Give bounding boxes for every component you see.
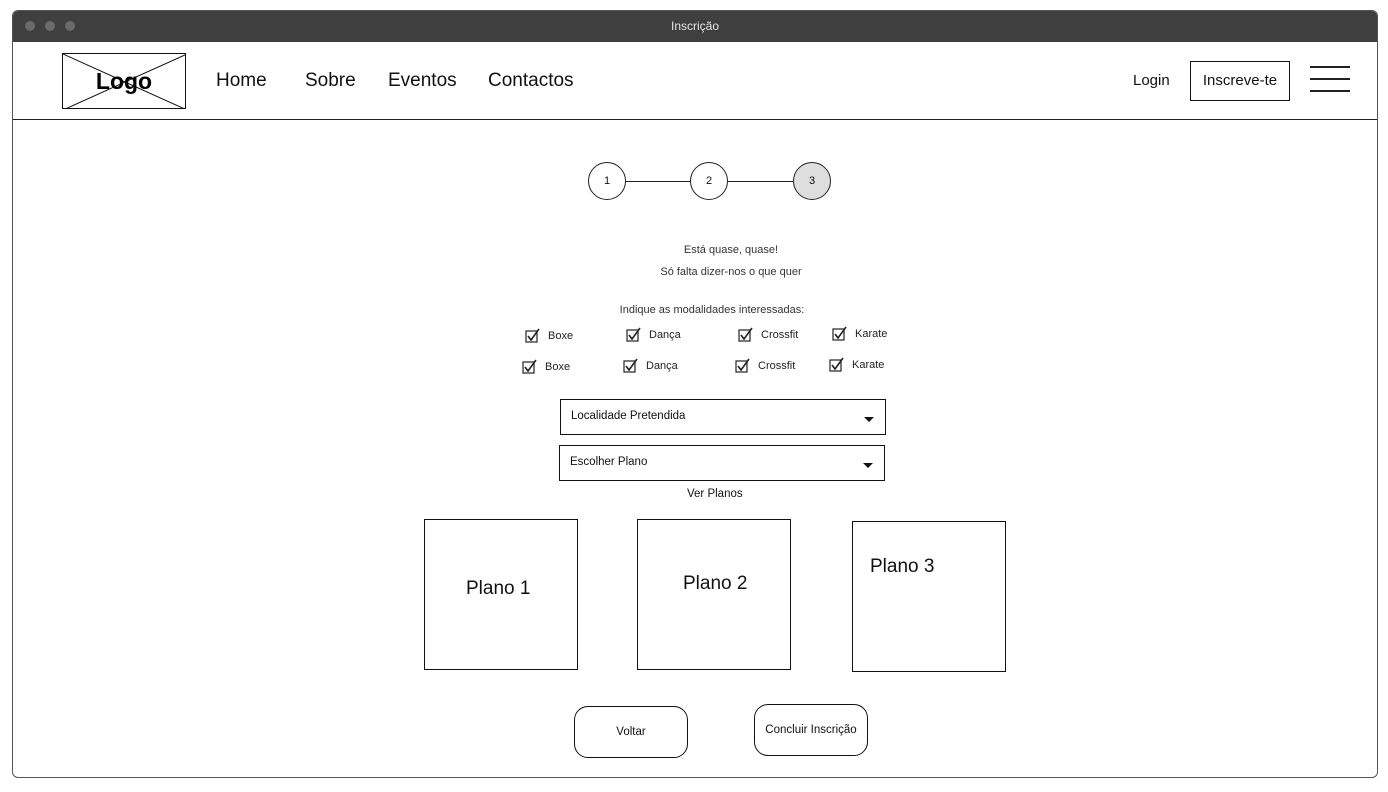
- finish-signup-button[interactable]: Concluir Inscrição: [754, 704, 868, 756]
- location-select[interactable]: Localidade Pretendida: [560, 399, 886, 435]
- checked-checkbox-icon: [525, 328, 540, 343]
- plan-card-3[interactable]: Plano 3: [852, 521, 1006, 672]
- logo-text: Logo: [95, 68, 153, 94]
- checkbox-boxe[interactable]: Boxe: [522, 359, 570, 375]
- plan-select[interactable]: Escolher Plano: [559, 445, 885, 481]
- modalities-prompt: Indique as modalidades interessadas:: [619, 304, 805, 316]
- checked-checkbox-icon: [829, 357, 844, 372]
- checkbox-danca[interactable]: Dança: [623, 358, 678, 374]
- checkbox-label: Crossfit: [758, 360, 796, 372]
- checkbox-label: Karate: [852, 359, 885, 371]
- checkbox-label: Dança: [646, 360, 678, 372]
- nav-link-contactos[interactable]: Contactos: [488, 70, 574, 92]
- plan-card-1[interactable]: Plano 1: [424, 519, 578, 670]
- checkbox-crossfit[interactable]: Crossfit: [735, 358, 795, 374]
- plan-select-value: Escolher Plano: [570, 456, 648, 468]
- location-select-value: Localidade Pretendida: [571, 410, 686, 422]
- stepper-connector: [728, 181, 794, 182]
- logo[interactable]: Logo: [62, 53, 186, 109]
- checked-checkbox-icon: [623, 358, 638, 373]
- checked-checkbox-icon: [522, 359, 537, 374]
- checkbox-label: Boxe: [548, 330, 574, 342]
- step-1[interactable]: 1: [588, 162, 626, 200]
- checked-checkbox-icon: [626, 327, 641, 342]
- stepper-connector: [626, 181, 691, 182]
- step-2[interactable]: 2: [690, 162, 728, 200]
- checkbox-karate[interactable]: Karate: [829, 357, 884, 373]
- navbar: Logo Home Sobre Eventos Contactos Login …: [13, 42, 1377, 120]
- checked-checkbox-icon: [738, 327, 753, 342]
- intro-line-2: Só falta dizer-nos o que quer: [660, 266, 802, 278]
- checkbox-boxe[interactable]: Boxe: [525, 328, 573, 344]
- hamburger-menu-icon[interactable]: [1310, 66, 1350, 94]
- checkbox-crossfit[interactable]: Crossfit: [738, 327, 798, 343]
- dropdown-arrow-icon: [863, 463, 873, 468]
- checked-checkbox-icon: [832, 326, 847, 341]
- window-title: Inscrição: [670, 19, 720, 33]
- nav-link-eventos[interactable]: Eventos: [388, 70, 457, 92]
- login-link[interactable]: Login: [1133, 72, 1170, 89]
- checkbox-karate[interactable]: Karate: [832, 326, 887, 342]
- plan-card-title: Plano 2: [683, 573, 748, 594]
- view-plans-link[interactable]: Ver Planos: [687, 488, 743, 500]
- back-button[interactable]: Voltar: [574, 706, 688, 758]
- checkbox-label: Karate: [855, 328, 888, 340]
- signup-button[interactable]: Inscreve-te: [1190, 61, 1290, 101]
- step-3-active[interactable]: 3: [793, 162, 831, 200]
- checked-checkbox-icon: [735, 358, 750, 373]
- plan-card-title: Plano 1: [466, 578, 531, 599]
- title-bar: Inscrição: [13, 11, 1377, 43]
- intro-line-1: Está quase, quase!: [683, 244, 779, 256]
- dropdown-arrow-icon: [864, 417, 874, 422]
- plan-card-2[interactable]: Plano 2: [637, 519, 791, 670]
- plan-card-title: Plano 3: [870, 556, 935, 577]
- checkbox-label: Boxe: [545, 361, 571, 373]
- checkbox-label: Crossfit: [761, 329, 799, 341]
- checkbox-label: Dança: [649, 329, 681, 341]
- nav-link-sobre[interactable]: Sobre: [305, 70, 356, 92]
- checkbox-danca[interactable]: Dança: [626, 327, 681, 343]
- nav-link-home[interactable]: Home: [216, 70, 267, 92]
